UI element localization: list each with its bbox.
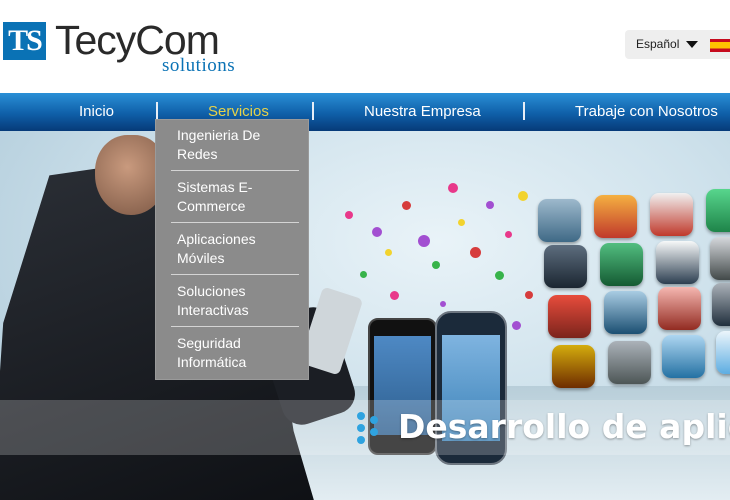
spain-flag-icon [710, 39, 730, 52]
menu-separator [171, 170, 299, 171]
menu-separator [171, 222, 299, 223]
tablet-image [298, 286, 364, 376]
menu-item-soluciones-interactivas[interactable]: Soluciones Interactivas [177, 282, 295, 320]
site-header: TS TecyCom solutions Español [0, 0, 730, 93]
bullet-dots-icon [357, 412, 383, 444]
language-selector[interactable]: Español [625, 30, 730, 59]
nav-item-trabaje-con-nosotros[interactable]: Trabaje con Nosotros [575, 93, 718, 131]
nav-item-inicio[interactable]: Inicio [79, 93, 114, 131]
menu-item-ingenieria-de-redes[interactable]: Ingenieria De Redes [177, 126, 295, 164]
nav-separator [312, 102, 314, 120]
nav-separator [156, 102, 158, 120]
menu-separator [171, 274, 299, 275]
nav-item-nuestra-empresa[interactable]: Nuestra Empresa [364, 93, 481, 131]
banner-headline: Desarrollo de aplicac [398, 407, 730, 446]
chevron-down-icon[interactable] [686, 41, 698, 48]
menu-item-seguridad-informatica[interactable]: Seguridad Informática [177, 334, 295, 372]
menu-item-sistemas-e-commerce[interactable]: Sistemas E-Commerce [177, 178, 295, 216]
menu-item-aplicaciones-moviles[interactable]: Aplicaciones Móviles [177, 230, 295, 268]
main-nav: Inicio Servicios Nuestra Empresa Trabaje… [0, 93, 730, 131]
nav-separator [523, 102, 525, 120]
services-dropdown-menu: Ingenieria De Redes Sistemas E-Commerce … [156, 120, 308, 379]
hero-banner: Desarrollo de aplicac [0, 131, 730, 500]
logo-tagline: solutions [162, 55, 236, 76]
menu-separator [171, 326, 299, 327]
logo-mark[interactable]: TS [3, 22, 46, 60]
language-label: Español [636, 37, 680, 51]
